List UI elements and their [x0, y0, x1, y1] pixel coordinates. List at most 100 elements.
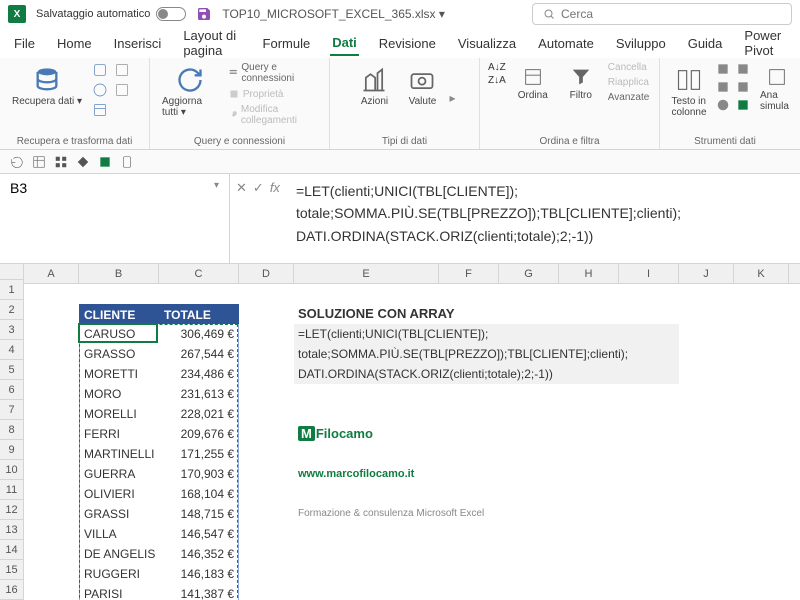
datamodel-icon[interactable] [736, 98, 750, 112]
cell[interactable]: 148,715 € [159, 504, 239, 524]
cell[interactable]: MARTINELLI [79, 444, 159, 464]
menu-inserisci[interactable]: Inserisci [112, 32, 164, 55]
tag-icon[interactable] [76, 155, 90, 169]
cell[interactable]: 171,255 € [159, 444, 239, 464]
menu-automate[interactable]: Automate [536, 32, 596, 55]
cell[interactable]: 228,021 € [159, 404, 239, 424]
row-header-6[interactable]: 6 [0, 380, 23, 400]
formula-input[interactable]: =LET(clienti;UNICI(TBL[CLIENTE]); totale… [286, 174, 800, 263]
cell[interactable]: GRASSI [79, 504, 159, 524]
aggiorna-button[interactable]: Aggiorna tutti ▾ [158, 62, 222, 122]
flash-fill-icon[interactable] [716, 62, 730, 76]
row-header-16[interactable]: 16 [0, 580, 23, 600]
cell[interactable]: 146,547 € [159, 524, 239, 544]
row-header-8[interactable]: 8 [0, 420, 23, 440]
row-header-14[interactable]: 14 [0, 540, 23, 560]
cell[interactable]: GRASSO [79, 344, 159, 364]
menu-guida[interactable]: Guida [686, 32, 725, 55]
cell[interactable]: www.marcofilocamo.it [294, 464, 494, 484]
cell[interactable]: 170,903 € [159, 464, 239, 484]
row-header-9[interactable]: 9 [0, 440, 23, 460]
cell[interactable]: totale;SOMMA.PIÙ.SE(TBL[PREZZO]);TBL[CLI… [294, 344, 674, 364]
cell[interactable]: 234,486 € [159, 364, 239, 384]
col-header-H[interactable]: H [559, 264, 619, 283]
name-box[interactable]: ▾ [0, 174, 230, 263]
cell[interactable]: DATI.ORDINA(STACK.ORIZ(clienti;totale);2… [294, 364, 674, 384]
cell[interactable]: MORELLI [79, 404, 159, 424]
col-header-E[interactable]: E [294, 264, 439, 283]
row-header-2[interactable]: 2 [0, 300, 23, 320]
insert-icon[interactable] [98, 155, 112, 169]
cell[interactable]: 267,544 € [159, 344, 239, 364]
col-header-K[interactable]: K [734, 264, 789, 283]
from-web-icon[interactable] [92, 82, 108, 98]
autosave-toggle[interactable]: Salvataggio automatico [36, 7, 186, 21]
cell[interactable]: DE ANGELIS [79, 544, 159, 564]
cell[interactable]: CLIENTE [79, 304, 159, 324]
spreadsheet[interactable]: 12345678910111213141516 ABCDEFGHIJK CLIE… [0, 264, 800, 600]
row-header-13[interactable]: 13 [0, 520, 23, 540]
toggle-icon[interactable] [156, 7, 186, 21]
menu-home[interactable]: Home [55, 32, 94, 55]
recupera-dati-button[interactable]: Recupera dati ▾ [8, 62, 86, 111]
cell[interactable]: 231,613 € [159, 384, 239, 404]
accept-formula-icon[interactable]: ✓ [253, 180, 264, 196]
cell[interactable]: RUGGERI [79, 564, 159, 584]
row-header-4[interactable]: 4 [0, 340, 23, 360]
grid-icon[interactable] [54, 155, 68, 169]
row-header-15[interactable]: 15 [0, 560, 23, 580]
testo-colonne-button[interactable]: Testo in colonne [668, 62, 710, 122]
existing-icon[interactable] [114, 82, 130, 98]
chevron-down-icon[interactable]: ▾ [214, 180, 219, 191]
cell[interactable]: 141,387 € [159, 584, 239, 600]
filename[interactable]: TOP10_MICROSOFT_EXCEL_365.xlsx ▾ [222, 7, 445, 21]
col-header-B[interactable]: B [79, 264, 159, 283]
column-headers[interactable]: ABCDEFGHIJK [24, 264, 800, 284]
menu-formule[interactable]: Formule [261, 32, 313, 55]
from-text-icon[interactable] [92, 62, 108, 78]
menu-layout[interactable]: Layout di pagina [181, 24, 242, 62]
cell[interactable]: =LET(clienti;UNICI(TBL[CLIENTE]); [294, 324, 674, 344]
cell[interactable]: FERRI [79, 424, 159, 444]
cell[interactable]: GUERRA [79, 464, 159, 484]
cell[interactable]: 209,676 € [159, 424, 239, 444]
recent-icon[interactable] [114, 62, 130, 78]
col-header-A[interactable]: A [24, 264, 79, 283]
row-header-11[interactable]: 11 [0, 480, 23, 500]
col-header-F[interactable]: F [439, 264, 499, 283]
avanzate-button[interactable]: Avanzate [608, 92, 650, 103]
cell[interactable]: MORETTI [79, 364, 159, 384]
row-header-10[interactable]: 10 [0, 460, 23, 480]
row-header-7[interactable]: 7 [0, 400, 23, 420]
col-header-J[interactable]: J [679, 264, 734, 283]
table-icon[interactable] [32, 155, 46, 169]
cell[interactable]: TOTALE [159, 304, 239, 324]
fx-icon[interactable]: fx [270, 180, 280, 195]
row-header-3[interactable]: 3 [0, 320, 23, 340]
cell[interactable]: CARUSO [79, 324, 159, 344]
cell[interactable]: MORO [79, 384, 159, 404]
menu-visualizza[interactable]: Visualizza [456, 32, 518, 55]
cell[interactable]: SOLUZIONE CON ARRAY [294, 304, 594, 324]
analisi-button[interactable]: Ana simula [756, 62, 798, 116]
cell[interactable]: OLIVIERI [79, 484, 159, 504]
cell[interactable]: MFilocamo [294, 424, 494, 444]
menu-dati[interactable]: Dati [330, 31, 359, 56]
validation-icon[interactable] [716, 98, 730, 112]
valute-button[interactable]: Valute [401, 62, 443, 111]
query-conn-button[interactable]: Query e connessioni [228, 62, 321, 84]
col-header-D[interactable]: D [239, 264, 294, 283]
select-all-corner[interactable] [0, 264, 24, 280]
row-header-12[interactable]: 12 [0, 500, 23, 520]
cancel-formula-icon[interactable]: ✕ [236, 180, 247, 196]
sort-asc-icon[interactable]: A↓Z [488, 62, 506, 73]
relations-icon[interactable] [736, 80, 750, 94]
search-box[interactable] [532, 3, 792, 25]
cell[interactable]: 306,469 € [159, 324, 239, 344]
consolidate-icon[interactable] [736, 62, 750, 76]
remove-dup-icon[interactable] [716, 80, 730, 94]
ordina-button[interactable]: Ordina [512, 62, 554, 105]
cell[interactable]: 146,352 € [159, 544, 239, 564]
undo-icon[interactable] [10, 155, 24, 169]
col-header-C[interactable]: C [159, 264, 239, 283]
